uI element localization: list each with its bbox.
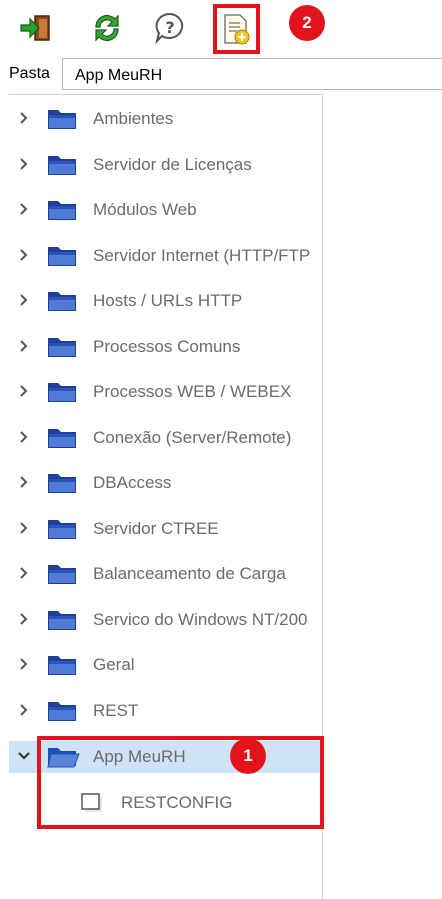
folder-label: Pasta [9, 65, 50, 82]
refresh-icon [95, 14, 119, 42]
folder-icon [46, 198, 78, 222]
tree-node-label: Servidor de Licenças [93, 154, 252, 174]
highlight-box-2 [213, 4, 260, 54]
chevron-right-icon[interactable] [17, 289, 31, 311]
tree-node[interactable]: Servidor Internet (HTTP/FTP [9, 240, 321, 272]
tree-node[interactable]: Conexão (Server/Remote) [9, 422, 321, 454]
tree-node-label: Hosts / URLs HTTP [93, 291, 243, 310]
folder-icon [46, 244, 78, 268]
chevron-right-icon[interactable] [17, 198, 31, 220]
chevron-right-icon[interactable] [17, 653, 31, 675]
chevron-right-icon[interactable] [17, 426, 31, 448]
tree-node-label: Processos WEB / WEBEX [93, 382, 292, 401]
chevron-right-icon[interactable] [17, 471, 31, 493]
folder-icon [46, 471, 78, 495]
exit-icon [20, 15, 50, 41]
tree-node-label: Balanceamento de Carga [93, 564, 286, 583]
tree-node[interactable]: DBAccess [9, 467, 321, 499]
tree-node[interactable]: Ambientes [9, 103, 321, 135]
chevron-right-icon[interactable] [17, 699, 31, 721]
toolbar: ? 2 [0, 0, 442, 58]
folder-icon [46, 517, 78, 541]
tree-node[interactable]: Geral [9, 649, 321, 681]
chevron-right-icon[interactable] [17, 153, 31, 175]
tree-node-label: Processos Comuns [93, 336, 241, 356]
chevron-right-icon[interactable] [17, 517, 31, 539]
folder-icon [46, 380, 78, 404]
folder-icon [46, 153, 78, 177]
chevron-right-icon[interactable] [17, 335, 31, 357]
tree-node[interactable]: Balanceamento de Carga [9, 558, 321, 590]
folder-icon [46, 608, 78, 632]
tree-node[interactable]: Processos WEB / WEBEX [9, 376, 321, 408]
tree-node-label: REST [93, 700, 139, 720]
exit-button[interactable] [16, 8, 56, 48]
tree-node-label: Servico do Windows NT/200 [93, 609, 308, 629]
tree-node[interactable]: Servidor CTREE [9, 513, 321, 545]
tree-node[interactable]: Hosts / URLs HTTP [9, 285, 321, 317]
tree-node-label: Módulos Web [93, 200, 197, 219]
svg-text:?: ? [165, 18, 174, 37]
tree-node[interactable]: Servico do Windows NT/200 [9, 604, 321, 636]
folder-icon [46, 335, 78, 359]
folder-icon [46, 107, 78, 131]
tree-node-label: Conexão (Server/Remote) [93, 427, 292, 447]
chevron-right-icon[interactable] [17, 562, 31, 584]
tree-node-label: DBAccess [93, 473, 172, 492]
folder-icon [46, 699, 78, 723]
folder-icon [46, 653, 78, 677]
step-badge-1: 1 [230, 738, 266, 774]
tree-node[interactable]: Servidor de Licenças [9, 149, 321, 181]
chevron-right-icon[interactable] [17, 244, 31, 266]
tree-node-label: Servidor Internet (HTTP/FTP [93, 245, 311, 265]
folder-row: Pasta App MeuRH [0, 58, 442, 92]
chevron-right-icon[interactable] [17, 608, 31, 630]
chevron-down-icon[interactable] [17, 745, 31, 767]
tree-node[interactable]: Processos Comuns [9, 331, 321, 363]
step-badge-2: 2 [289, 5, 325, 41]
help-icon: ? [155, 12, 184, 45]
tree-node-label: Geral [93, 655, 135, 674]
refresh-button[interactable] [87, 8, 127, 48]
tree-node-label: Ambientes [93, 109, 174, 128]
highlight-box-1 [37, 736, 324, 829]
chevron-right-icon[interactable] [17, 107, 31, 129]
tree-node-label: Servidor CTREE [93, 518, 219, 538]
chevron-right-icon[interactable] [17, 380, 31, 402]
tree-node[interactable]: REST [9, 695, 321, 727]
folder-icon [46, 289, 78, 313]
tree-node[interactable]: Módulos Web [9, 194, 321, 226]
folder-input[interactable]: App MeuRH [62, 58, 442, 90]
folder-icon [46, 426, 78, 450]
folder-icon [46, 562, 78, 586]
help-button[interactable]: ? [150, 8, 190, 48]
